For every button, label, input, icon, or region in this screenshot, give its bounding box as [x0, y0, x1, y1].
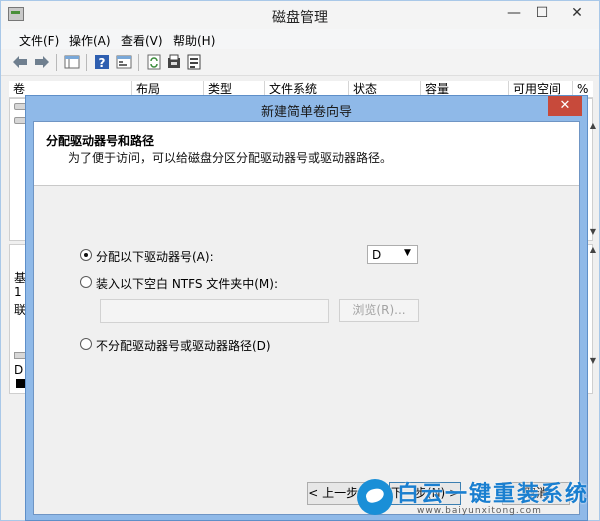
back-arrow-icon[interactable] [11, 53, 29, 71]
dialog-close-button[interactable]: ✕ [548, 96, 582, 116]
console-tree-icon[interactable] [63, 53, 81, 71]
menu-view[interactable]: 查看(V) [121, 32, 163, 49]
minimize-button[interactable]: — [501, 3, 527, 25]
disk-label-fragment: D [14, 363, 24, 377]
menu-help[interactable]: 帮助(H) [173, 32, 215, 49]
scroll-up-arrow[interactable]: ▲ [587, 121, 599, 130]
browse-button[interactable]: 浏览(R)... [339, 299, 419, 322]
watermark: 白云一键重装系统 www.baiyunxitong.com [355, 476, 600, 521]
menu-file[interactable]: 文件(F) [19, 32, 59, 49]
wizard-step-title: 分配驱动器号和路径 [46, 134, 155, 148]
watermark-text: 白云一键重装系统 [397, 482, 590, 507]
disk-properties-icon[interactable] [185, 53, 203, 71]
dialog-body: 分配驱动器号和路径 为了便于访问，可以给磁盘分区分配驱动器号或驱动器路径。 分配… [33, 121, 580, 515]
drive-letter-select[interactable]: D ▼ [367, 245, 418, 264]
menu-action[interactable]: 操作(A) [69, 32, 111, 49]
disk-label-fragment: 1 [14, 285, 22, 299]
watermark-url: www.baiyunxitong.com [417, 506, 542, 516]
svg-text:?: ? [99, 56, 106, 70]
help-icon[interactable]: ? [93, 53, 111, 71]
drive-letter-value: D [372, 248, 382, 262]
wizard-step-description: 为了便于访问，可以给磁盘分区分配驱动器号或驱动器路径。 [68, 151, 393, 165]
dialog-title-bar[interactable]: 新建简单卷向导 ✕ [26, 96, 587, 121]
wizard-header: 分配驱动器号和路径 为了便于访问，可以给磁盘分区分配驱动器号或驱动器路径。 [34, 122, 579, 186]
properties-icon[interactable] [115, 53, 133, 71]
radio-button[interactable] [80, 338, 92, 350]
dialog-title: 新建简单卷向导 [260, 105, 352, 120]
maximize-button[interactable]: ☐ [529, 3, 555, 25]
scroll-down-arrow[interactable]: ▼ [587, 356, 599, 365]
new-simple-volume-wizard: 新建简单卷向导 ✕ 分配驱动器号和路径 为了便于访问，可以给磁盘分区分配驱动器号… [25, 95, 588, 521]
option-label: 装入以下空白 NTFS 文件夹中(M): [96, 277, 279, 291]
option-label: 不分配驱动器号或驱动器路径(D) [96, 339, 271, 353]
option-label: 分配以下驱动器号(A): [96, 250, 214, 264]
radio-button[interactable] [80, 249, 92, 261]
twitter-bird-logo-icon [357, 479, 393, 515]
forward-arrow-icon[interactable] [33, 53, 51, 71]
radio-button[interactable] [80, 276, 92, 288]
export-icon[interactable] [165, 53, 183, 71]
folder-path-input[interactable] [100, 299, 329, 323]
menu-bar: 文件(F) 操作(A) 查看(V) 帮助(H) [1, 29, 599, 49]
refresh-icon[interactable] [145, 53, 163, 71]
close-button[interactable]: ✕ [557, 3, 597, 25]
scroll-up-arrow[interactable]: ▲ [587, 245, 599, 254]
toolbar: ? [1, 49, 599, 76]
main-title-bar[interactable]: 磁盘管理 — ☐ ✕ [1, 1, 599, 29]
scroll-down-arrow[interactable]: ▼ [587, 227, 599, 236]
chevron-down-icon: ▼ [404, 248, 411, 258]
